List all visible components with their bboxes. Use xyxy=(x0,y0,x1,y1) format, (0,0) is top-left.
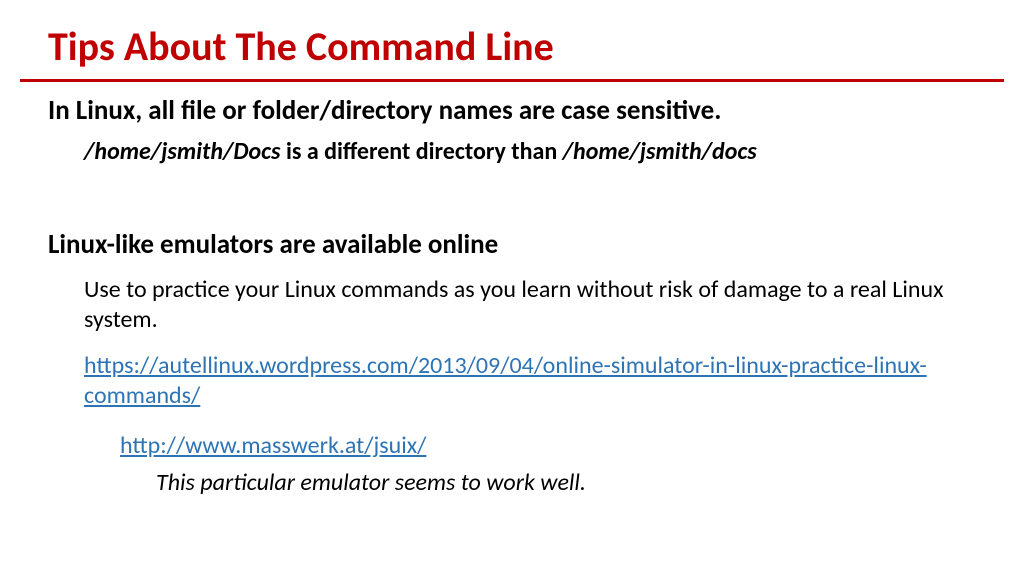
between-text: is a different directory than xyxy=(281,137,563,166)
path-docs-upper: /home/jsmith/Docs xyxy=(84,137,281,166)
slide-content: In Linux, all file or folder/directory n… xyxy=(0,82,1024,497)
section2-heading: Linux-like emulators are available onlin… xyxy=(48,228,976,261)
link-autellinux-wrapper: https://autellinux.wordpress.com/2013/09… xyxy=(84,351,976,411)
link-masswerk[interactable]: http://www.masswerk.at/jsuix/ xyxy=(120,431,426,460)
section2-body: Use to practice your Linux commands as y… xyxy=(84,275,976,335)
slide-title: Tips About The Command Line xyxy=(0,0,1024,77)
section1-example: /home/jsmith/Docs is a different directo… xyxy=(84,137,976,166)
link-masswerk-wrapper: http://www.masswerk.at/jsuix/ xyxy=(120,431,976,460)
emulator-note: This particular emulator seems to work w… xyxy=(156,468,976,497)
section1-heading: In Linux, all file or folder/directory n… xyxy=(48,94,976,127)
link-autellinux[interactable]: https://autellinux.wordpress.com/2013/09… xyxy=(84,351,927,410)
path-docs-lower: /home/jsmith/docs xyxy=(563,137,757,166)
